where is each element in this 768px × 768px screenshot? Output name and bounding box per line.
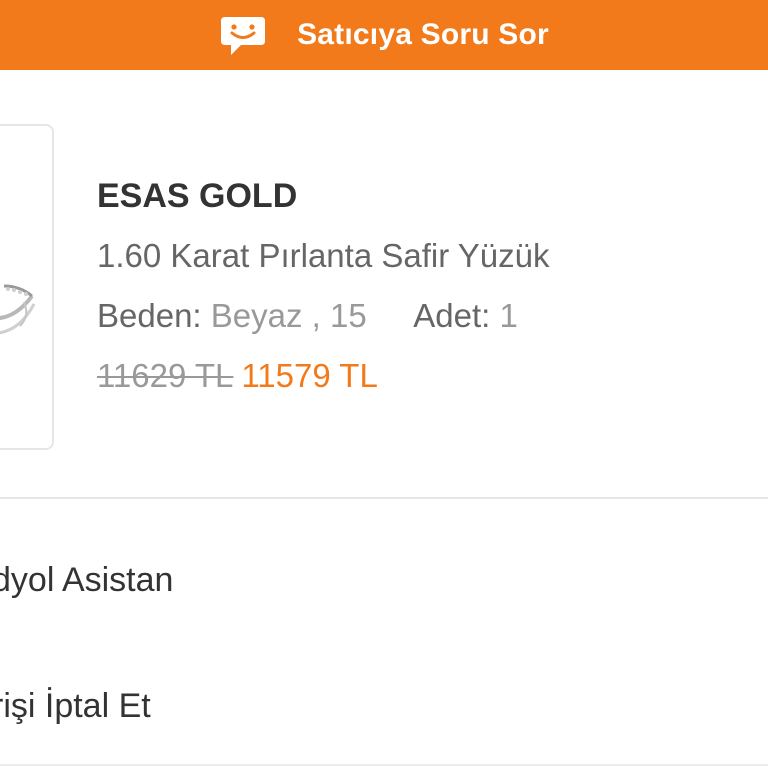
product-info: ESAS GOLD 1.60 Karat Pırlanta Safir Yüzü… <box>97 172 549 400</box>
product-image[interactable] <box>0 124 54 450</box>
order-detail-page: Satıcıya Soru Sor ESAS GOLD 1.60 Karat P… <box>0 0 768 768</box>
discounted-price: 11579 TL <box>241 357 378 394</box>
chat-smile-icon <box>219 15 267 57</box>
size-label: Beden: <box>97 297 202 334</box>
bottom-divider <box>0 764 768 766</box>
quantity-value: 1 <box>499 297 518 334</box>
quantity-label: Adet: <box>413 297 491 334</box>
ask-seller-label: Satıcıya Soru Sor <box>297 18 549 51</box>
product-variant: Beden: Beyaz , 15 Adet: 1 <box>97 292 549 340</box>
menu-item-cancel-order[interactable]: rişi İptal Et <box>0 682 151 730</box>
section-divider <box>0 497 768 499</box>
price-row: 11629 TL 11579 TL <box>97 352 549 400</box>
product-brand[interactable]: ESAS GOLD <box>97 172 549 220</box>
product-name[interactable]: 1.60 Karat Pırlanta Safir Yüzük <box>97 232 549 280</box>
old-price: 11629 TL <box>97 357 234 394</box>
menu-item-assistant[interactable]: dyol Asistan <box>0 556 173 604</box>
ask-seller-button[interactable]: Satıcıya Soru Sor <box>0 0 768 70</box>
size-value: Beyaz , 15 <box>210 297 367 334</box>
